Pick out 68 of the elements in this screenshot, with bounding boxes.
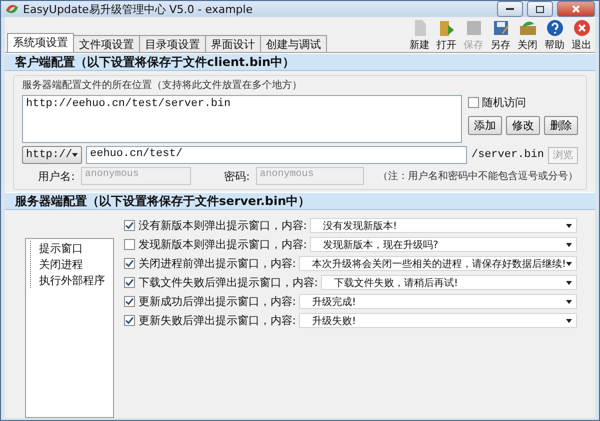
rule-label: 关闭进程前弹出提示窗口，内容: — [138, 256, 296, 271]
dropdown-arrow-icon — [566, 318, 572, 322]
checkbox[interactable] — [124, 277, 136, 288]
close-icon — [572, 19, 590, 37]
path-field[interactable]: eehuo.cn/test/ — [86, 146, 468, 164]
toolbar-button[interactable]: 另存 — [487, 19, 514, 52]
toolbar-button[interactable]: 帮助 — [541, 19, 568, 52]
tab[interactable]: 界面设计 — [205, 35, 261, 52]
password-label: 密码: — [223, 168, 250, 184]
message-dropdown[interactable]: 本次升级将会关闭一些相关的进程，请保存好数据后继续! — [298, 256, 577, 271]
location-list[interactable]: http://eehuo.cn/test/server.bin — [22, 95, 462, 143]
minimize-icon — [506, 8, 514, 10]
action-button[interactable]: 删除 — [544, 116, 578, 135]
tab[interactable]: 系统项设置 — [7, 33, 74, 52]
checkbox[interactable] — [124, 315, 136, 326]
message-dropdown[interactable]: 没有发现新版本! — [310, 218, 577, 233]
tab[interactable]: 创建与调试 — [260, 35, 327, 52]
message-dropdown[interactable]: 发现新版本，现在升级吗? — [310, 237, 577, 252]
rule-label: 没有新版本则弹出提示窗口，内容: — [138, 218, 307, 233]
section-title: 客户端配置（以下设置将保存于文件client.bin中） — [15, 54, 295, 70]
toolbar-button[interactable]: 退出 — [568, 19, 595, 52]
dropdown-arrow-icon — [566, 300, 572, 304]
random-access-checkbox[interactable]: 随机访问 — [468, 95, 578, 110]
tree-item[interactable]: 关闭进程 — [30, 257, 110, 272]
tree-item[interactable]: 提示窗口 — [30, 241, 110, 256]
file-name: /server.bin — [471, 149, 544, 161]
dropdown-arrow-icon — [72, 153, 78, 157]
checkbox[interactable] — [124, 296, 136, 307]
tab[interactable]: 文件项设置 — [73, 35, 140, 52]
folder-icon — [438, 19, 456, 37]
minimize-button[interactable] — [497, 1, 523, 17]
toolbar-button[interactable]: 新建 — [406, 19, 433, 52]
toolbar-button[interactable]: 打开 — [433, 19, 460, 52]
protocol-dropdown[interactable]: http:// — [22, 146, 82, 164]
tree-item[interactable]: 执行外部程序 — [30, 273, 110, 288]
close-icon — [572, 5, 580, 13]
rule-label: 下载文件失败后弹出提示窗口，内容: — [138, 275, 318, 290]
user-label: 用户名: — [37, 168, 75, 184]
floppy-icon — [464, 19, 482, 37]
checkbox[interactable] — [124, 220, 136, 231]
rule-label: 发现新版本则弹出提示窗口，内容: — [138, 237, 307, 252]
message-dropdown[interactable]: 升级失败! — [298, 313, 577, 328]
maximize-icon — [536, 6, 544, 12]
action-button[interactable]: 修改 — [506, 116, 540, 135]
list-item[interactable]: http://eehuo.cn/test/server.bin — [26, 98, 458, 110]
section-title: 服务器端配置（以下设置将保存于文件server.bin中） — [15, 192, 310, 210]
toolbar-button[interactable]: 关闭 — [514, 19, 541, 52]
message-dropdown[interactable]: 下载文件失败，请稍后再试! — [320, 275, 577, 290]
dropdown-arrow-icon — [566, 280, 572, 284]
tab[interactable]: 目录项设置 — [139, 35, 206, 52]
help-icon — [546, 19, 564, 37]
rule-label: 更新成功后弹出提示窗口，内容: — [138, 294, 296, 309]
window-title: EasyUpdate易升级管理中心 V5.0 - example — [23, 2, 254, 16]
checkbox[interactable] — [124, 239, 136, 250]
app-logo-icon — [5, 3, 19, 15]
checkbox[interactable] — [124, 258, 136, 269]
dropdown-arrow-icon — [566, 262, 572, 266]
close-button[interactable] — [557, 1, 595, 17]
action-button[interactable]: 添加 — [468, 116, 502, 135]
rule-label: 更新失败后弹出提示窗口，内容: — [138, 313, 296, 328]
maximize-button[interactable] — [527, 1, 553, 17]
message-dropdown[interactable]: 升级完成! — [298, 294, 577, 309]
folder-icon — [518, 19, 536, 37]
location-label: 服务器端配置文件的所在位置（支持将此文件放置在多个地方） — [22, 78, 303, 92]
note-text: （注：用户名和密码中不能包含逗号或分号） — [378, 170, 578, 183]
dropdown-arrow-icon — [566, 242, 572, 246]
dropdown-arrow-icon — [566, 224, 572, 228]
tree-view[interactable]: 提示窗口 关闭进程 执行外部程序 — [25, 238, 114, 418]
